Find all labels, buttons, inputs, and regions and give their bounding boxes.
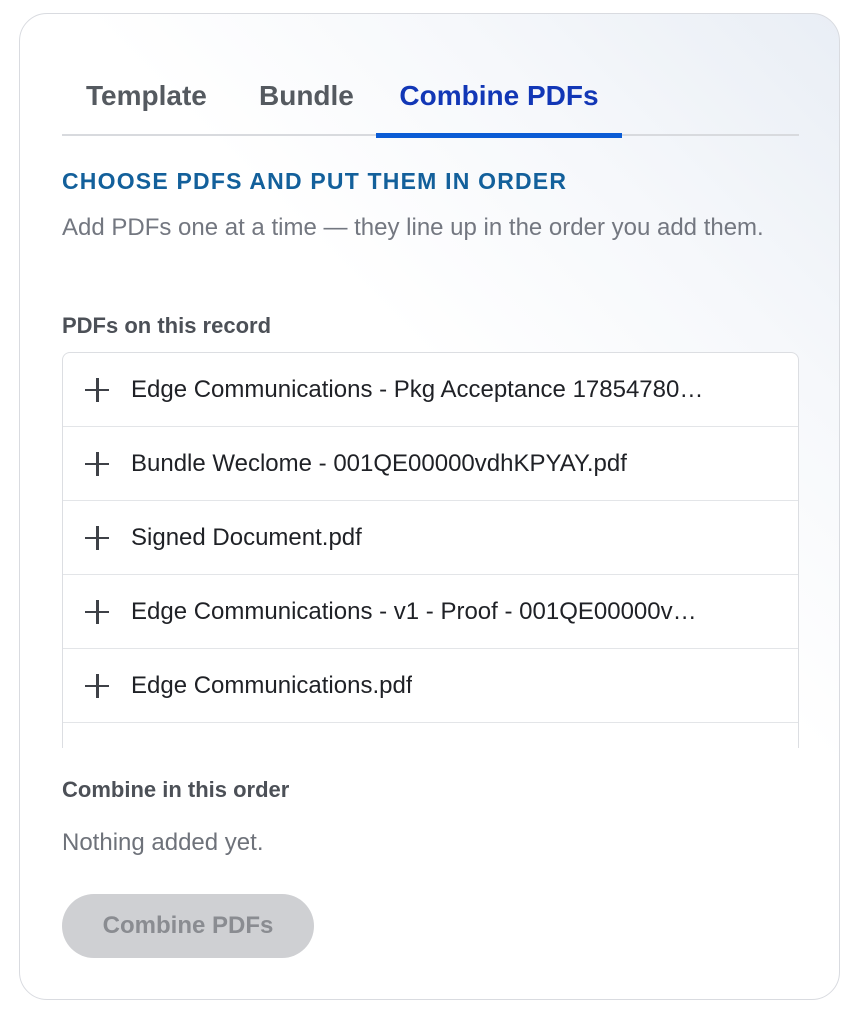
plus-icon[interactable] <box>85 451 109 476</box>
pdf-list-item-partial[interactable] <box>63 723 798 748</box>
tab-template[interactable]: Template <box>86 80 207 136</box>
tab-bar: Template Bundle Combine PDFs <box>62 14 799 138</box>
pdf-list-item[interactable]: Edge Communications - Pkg Acceptance 178… <box>63 353 798 427</box>
pdf-list-item[interactable]: Bundle Weclome - 001QE00000vdhKPYAY.pdf <box>63 427 798 501</box>
pdf-name: Edge Communications - v1 - Proof - 001QE… <box>131 597 697 625</box>
plus-icon[interactable] <box>85 673 109 698</box>
section-heading: CHOOSE PDFS AND PUT THEM IN ORDER <box>62 168 568 194</box>
pdf-name: Edge Communications - Pkg Acceptance 178… <box>131 375 704 403</box>
pdf-list-label: PDFs on this record <box>62 313 272 338</box>
combine-pdfs-button[interactable]: Combine PDFs <box>62 894 314 958</box>
order-list-label: Combine in this order <box>62 777 290 802</box>
pdf-list-item[interactable]: Edge Communications.pdf <box>63 649 798 723</box>
combine-pdfs-panel: Template Bundle Combine PDFs CHOOSE PDFS… <box>19 13 840 1000</box>
pdf-list[interactable]: Edge Communications - Pkg Acceptance 178… <box>62 352 799 748</box>
order-empty-text: Nothing added yet. <box>62 829 264 856</box>
tab-bundle[interactable]: Bundle <box>259 80 354 136</box>
plus-icon[interactable] <box>85 599 109 624</box>
helper-text: Add PDFs one at a time — they line up in… <box>62 214 764 241</box>
pdf-name: Signed Document.pdf <box>131 523 362 551</box>
tab-combine-pdfs[interactable]: Combine PDFs <box>376 80 622 138</box>
plus-icon[interactable] <box>85 525 109 550</box>
pdf-name: Bundle Weclome - 001QE00000vdhKPYAY.pdf <box>131 449 627 477</box>
pdf-list-item[interactable]: Signed Document.pdf <box>63 501 798 575</box>
pdf-name: Edge Communications.pdf <box>131 671 413 699</box>
plus-icon[interactable] <box>85 377 109 402</box>
pdf-list-item[interactable]: Edge Communications - v1 - Proof - 001QE… <box>63 575 798 649</box>
